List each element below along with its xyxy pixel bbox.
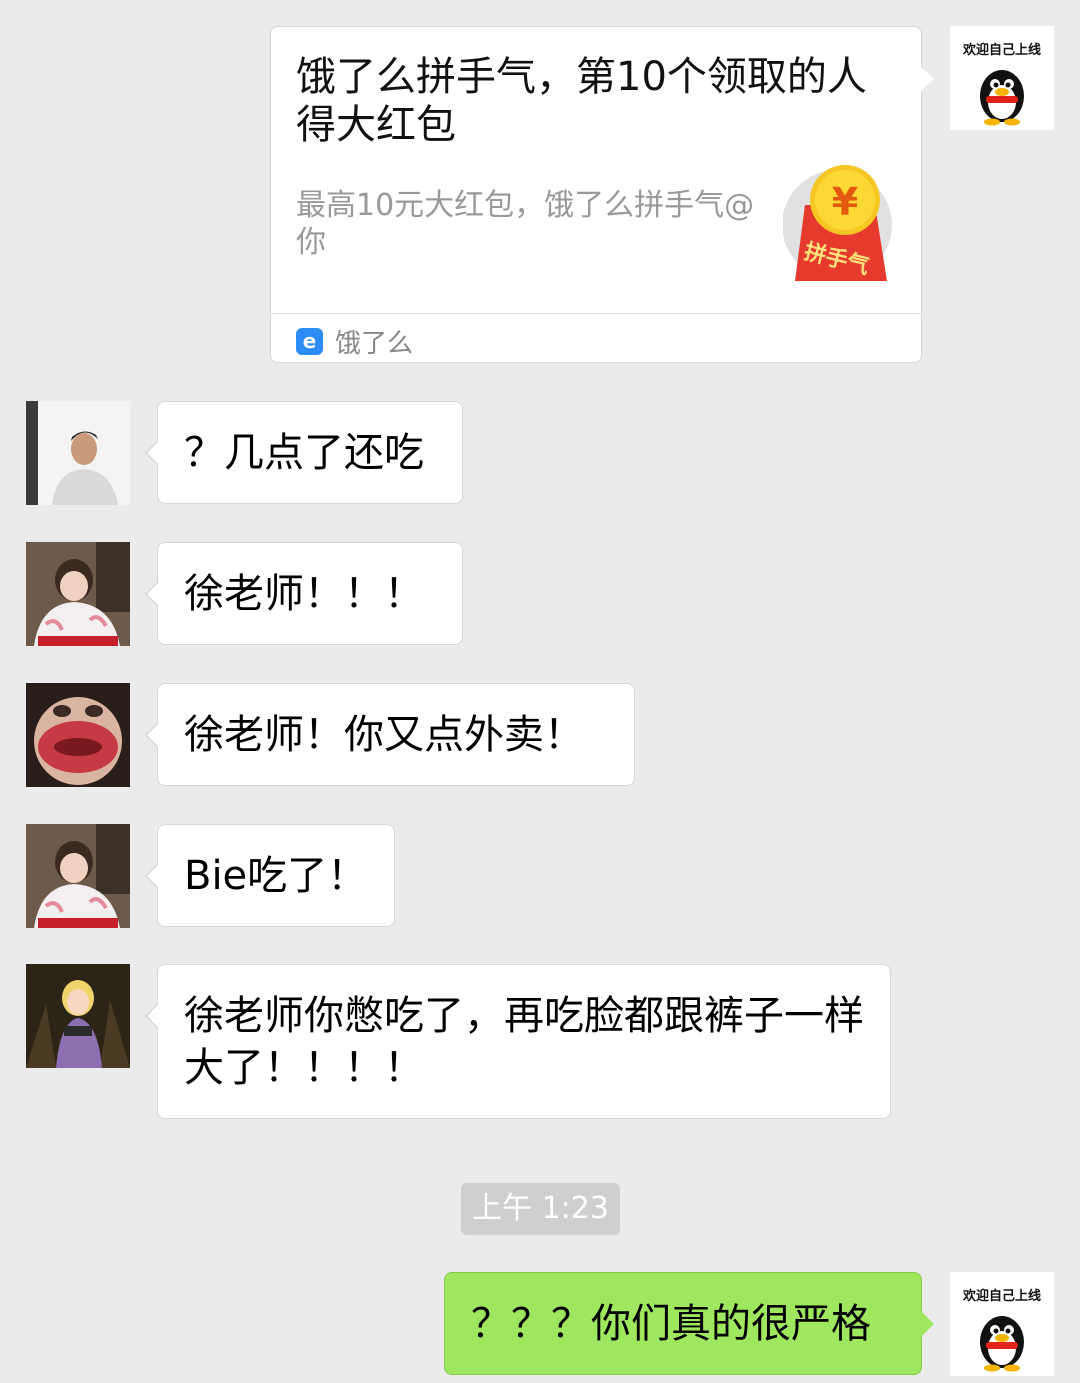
card-source-name: 饿了么 xyxy=(335,328,414,359)
card-title: 饿了么拼手气，第10个领取的人得大红包 xyxy=(296,54,867,148)
card-description: 最高10元大红包，饿了么拼手气@你 xyxy=(296,188,755,260)
sender-avatar[interactable] xyxy=(26,683,130,787)
message-text: ？？？你们真的很严格 xyxy=(471,1301,871,1347)
girl-kimono-avatar xyxy=(26,824,130,928)
sender-avatar[interactable] xyxy=(26,401,130,505)
message-text: 徐老师！你又点外卖！ xyxy=(184,712,584,758)
sender-avatar[interactable] xyxy=(26,542,130,646)
message-bubble[interactable]: ？几点了还吃 xyxy=(145,401,463,504)
message-bubble[interactable]: Bie吃了！ xyxy=(145,824,395,927)
message-bubble[interactable]: 徐老师！你又点外卖！ xyxy=(145,683,635,786)
message-text: ？几点了还吃 xyxy=(184,430,424,476)
message-text: 徐老师！！！ xyxy=(184,571,424,617)
lips-face-avatar xyxy=(26,683,130,787)
penguin-avatar-image: 欢迎自己上线 xyxy=(950,26,1054,130)
card-source: e 饿了么 xyxy=(296,323,413,359)
cartoon-princess-avatar xyxy=(26,964,130,1068)
sender-avatar[interactable] xyxy=(26,824,130,928)
avatar-caption: 欢迎自己上线 xyxy=(962,42,1041,58)
eleme-logo-icon: e xyxy=(296,327,323,355)
red-packet-symbol: ¥ xyxy=(832,180,858,224)
card-divider xyxy=(271,313,921,314)
red-packet-icon: ¥ 拼手气 xyxy=(783,165,892,281)
self-avatar[interactable]: 欢迎自己上线 xyxy=(950,1272,1054,1376)
girl-kimono-avatar xyxy=(26,542,130,646)
message-text: 徐老师你憋吃了，再吃脸都跟裤子一样大了！！！！ xyxy=(184,993,864,1091)
message-text: Bie吃了！ xyxy=(184,853,368,899)
timestamp-label: 上午 1:23 xyxy=(461,1183,620,1235)
message-bubble[interactable]: 徐老师你憋吃了，再吃脸都跟裤子一样大了！！！！ xyxy=(145,964,891,1119)
penguin-avatar-image: 欢迎自己上线 xyxy=(950,1272,1054,1376)
link-card-message[interactable]: 饿了么拼手气，第10个领取的人得大红包 最高10元大红包，饿了么拼手气@你 ¥ … xyxy=(270,26,934,363)
outgoing-message-bubble[interactable]: ？？？你们真的很严格 xyxy=(444,1272,934,1375)
self-avatar[interactable]: 欢迎自己上线 xyxy=(950,26,1054,130)
avatar-caption: 欢迎自己上线 xyxy=(962,1288,1041,1304)
sender-avatar[interactable] xyxy=(26,964,130,1068)
message-bubble[interactable]: 徐老师！！！ xyxy=(145,542,463,645)
man-photo-avatar xyxy=(26,401,130,505)
